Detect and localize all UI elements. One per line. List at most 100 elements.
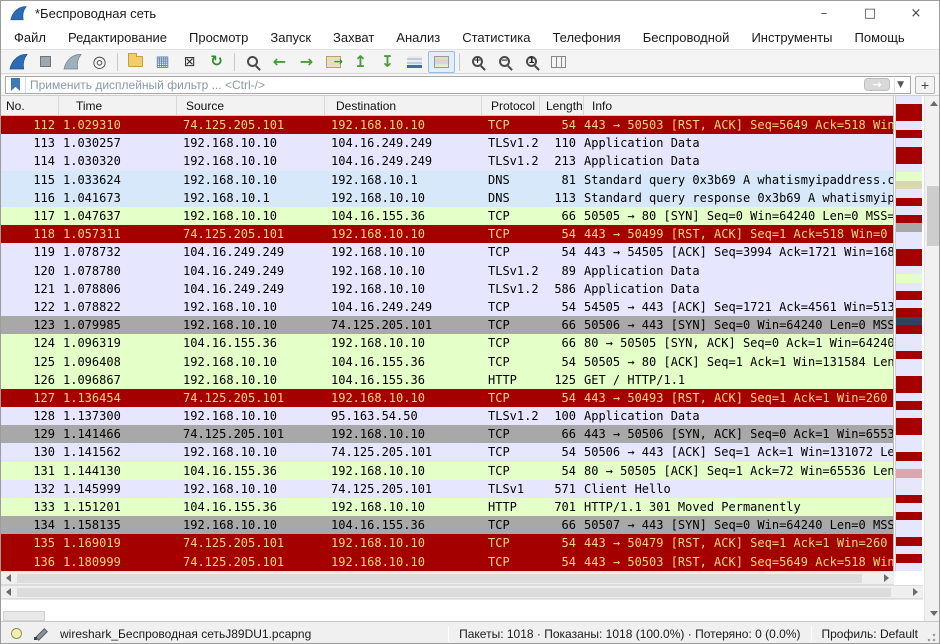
- add-filter-button[interactable]: +: [915, 76, 935, 94]
- display-filter-box[interactable]: → ▼: [5, 76, 911, 94]
- menu-item-statistics[interactable]: Статистика: [451, 27, 541, 48]
- window-hscrollbar[interactable]: [1, 585, 923, 599]
- wireshark-window: *Беспроводная сеть – □ × ФайлРедактирова…: [0, 0, 940, 644]
- packet-row-136[interactable]: 1361.18099974.125.205.101192.168.10.10TC…: [1, 553, 893, 571]
- packet-row-133[interactable]: 1331.151201104.16.155.36192.168.10.10HTT…: [1, 498, 893, 516]
- resize-grip-icon[interactable]: [926, 633, 936, 643]
- scroll-right-icon[interactable]: [879, 572, 894, 584]
- packet-row-119[interactable]: 1191.078732104.16.249.249192.168.10.10TC…: [1, 243, 893, 261]
- close-button[interactable]: ×: [893, 1, 939, 25]
- colorize-icon[interactable]: [428, 51, 455, 73]
- column-header-time[interactable]: Time: [59, 96, 177, 115]
- packet-row-130[interactable]: 1301.141562192.168.10.1074.125.205.101TC…: [1, 443, 893, 461]
- packet-row-122[interactable]: 1221.078822192.168.10.10104.16.249.249TC…: [1, 298, 893, 316]
- packet-row-121[interactable]: 1211.078806104.16.249.249192.168.10.10TL…: [1, 280, 893, 298]
- packet-row-116[interactable]: 1161.041673192.168.10.1192.168.10.10DNS1…: [1, 189, 893, 207]
- zoom-reset-icon[interactable]: 1: [518, 51, 545, 73]
- packet-row-115[interactable]: 1151.033624192.168.10.10192.168.10.1DNS8…: [1, 171, 893, 189]
- minimap-stripe: [896, 198, 922, 206]
- packet-row-126[interactable]: 1261.096867192.168.10.10104.16.155.36HTT…: [1, 371, 893, 389]
- minimap-stripe: [896, 206, 922, 214]
- menu-item-go[interactable]: Запуск: [259, 27, 322, 48]
- minimize-button[interactable]: –: [801, 1, 847, 25]
- display-filter-input[interactable]: [26, 78, 864, 92]
- scroll-down-icon[interactable]: [925, 606, 940, 621]
- packet-row-117[interactable]: 1171.047637192.168.10.10104.16.155.36TCP…: [1, 207, 893, 225]
- packet-row-112[interactable]: 1121.02931074.125.205.101192.168.10.10TC…: [1, 116, 893, 134]
- scroll-right-icon[interactable]: [908, 586, 923, 598]
- first-packet-icon[interactable]: ↥: [347, 51, 374, 73]
- minimap-stripe: [896, 232, 922, 240]
- column-header-no[interactable]: No.: [1, 96, 59, 115]
- capture-comment-icon[interactable]: [34, 627, 48, 640]
- zoom-in-icon[interactable]: +: [464, 51, 491, 73]
- packet-row-132[interactable]: 1321.145999192.168.10.1074.125.205.101TL…: [1, 480, 893, 498]
- column-header-proto[interactable]: Protocol: [482, 96, 540, 115]
- scroll-left-icon[interactable]: [1, 586, 16, 598]
- vertical-scrollbar[interactable]: [924, 96, 940, 621]
- packet-row-113[interactable]: 1131.030257192.168.10.10104.16.249.249TL…: [1, 134, 893, 152]
- menu-item-telephony[interactable]: Телефония: [541, 27, 631, 48]
- packet-row-123[interactable]: 1231.079985192.168.10.1074.125.205.101TC…: [1, 316, 893, 334]
- menu-item-help[interactable]: Помощь: [844, 27, 916, 48]
- packet-minimap[interactable]: [895, 96, 922, 571]
- packet-list-hscrollbar[interactable]: [1, 571, 894, 585]
- capture-options-icon[interactable]: ◎: [86, 51, 113, 73]
- apply-filter-icon[interactable]: →: [864, 78, 890, 91]
- minimap-stripe: [896, 291, 922, 299]
- cell-no: 115: [1, 173, 59, 187]
- close-file-icon[interactable]: ⊠: [176, 51, 203, 73]
- hscroll-thumb[interactable]: [17, 574, 862, 583]
- packet-row-114[interactable]: 1141.030320192.168.10.10104.16.249.249TL…: [1, 152, 893, 170]
- scroll-up-icon[interactable]: [925, 96, 940, 111]
- packet-row-118[interactable]: 1181.05731174.125.205.101192.168.10.10TC…: [1, 225, 893, 243]
- column-header-len[interactable]: Length: [540, 96, 584, 115]
- vertical-scroll-thumb[interactable]: [927, 186, 940, 246]
- reload-file-icon[interactable]: ↻: [203, 51, 230, 73]
- menu-item-tools[interactable]: Инструменты: [740, 27, 843, 48]
- menu-item-analyze[interactable]: Анализ: [385, 27, 451, 48]
- packet-row-129[interactable]: 1291.14146674.125.205.101192.168.10.10TC…: [1, 425, 893, 443]
- packet-row-125[interactable]: 1251.096408192.168.10.10104.16.155.36TCP…: [1, 352, 893, 370]
- resize-columns-icon[interactable]: [545, 51, 572, 73]
- find-packet-icon[interactable]: [239, 51, 266, 73]
- column-header-dst[interactable]: Destination: [325, 96, 482, 115]
- scroll-left-icon[interactable]: [1, 572, 16, 584]
- menu-item-view[interactable]: Просмотр: [178, 27, 259, 48]
- restart-capture-icon[interactable]: [59, 51, 86, 73]
- previous-packet-icon[interactable]: ←: [266, 51, 293, 73]
- menu-item-capture[interactable]: Захват: [322, 27, 385, 48]
- packet-row-128[interactable]: 1281.137300192.168.10.1095.163.54.50TLSv…: [1, 407, 893, 425]
- packet-row-135[interactable]: 1351.16901974.125.205.101192.168.10.10TC…: [1, 534, 893, 552]
- next-packet-icon[interactable]: →: [293, 51, 320, 73]
- start-capture-icon[interactable]: [5, 51, 32, 73]
- filter-bookmark-button[interactable]: [6, 77, 26, 93]
- menu-item-file[interactable]: Файл: [3, 27, 57, 48]
- maximize-button[interactable]: □: [847, 1, 893, 25]
- menu-item-wireless[interactable]: Беспроводной: [632, 27, 741, 48]
- cell-dst: 192.168.10.1: [325, 173, 482, 187]
- auto-scroll-icon[interactable]: [401, 51, 428, 73]
- packet-row-134[interactable]: 1341.158135192.168.10.10104.16.155.36TCP…: [1, 516, 893, 534]
- cell-src: 192.168.10.10: [177, 173, 325, 187]
- status-bar: wireshark_Беспроводная сетьJ89DU1.pcapng…: [1, 621, 939, 644]
- open-file-icon[interactable]: [122, 51, 149, 73]
- last-packet-icon[interactable]: ↧: [374, 51, 401, 73]
- save-file-icon[interactable]: ▦: [149, 51, 176, 73]
- stop-capture-icon[interactable]: [32, 51, 59, 73]
- column-header-src[interactable]: Source: [177, 96, 325, 115]
- packet-row-131[interactable]: 1311.144130104.16.155.36192.168.10.10TCP…: [1, 462, 893, 480]
- packet-row-120[interactable]: 1201.078780104.16.249.249192.168.10.10TL…: [1, 262, 893, 280]
- column-header-info[interactable]: Info: [584, 96, 893, 115]
- hscroll-thumb[interactable]: [17, 588, 891, 597]
- menu-item-edit[interactable]: Редактирование: [57, 27, 178, 48]
- packet-row-124[interactable]: 1241.096319104.16.155.36192.168.10.10TCP…: [1, 334, 893, 352]
- goto-packet-icon[interactable]: →: [320, 51, 347, 73]
- cell-time: 1.047637: [59, 209, 177, 223]
- expert-info-icon[interactable]: [11, 628, 22, 639]
- zoom-out-icon[interactable]: −: [491, 51, 518, 73]
- packet-row-127[interactable]: 1271.13645474.125.205.101192.168.10.10TC…: [1, 389, 893, 407]
- cell-no: 120: [1, 264, 59, 278]
- profile-label[interactable]: Профиль: Default: [818, 627, 923, 641]
- filter-dropdown-icon[interactable]: ▼: [894, 78, 910, 92]
